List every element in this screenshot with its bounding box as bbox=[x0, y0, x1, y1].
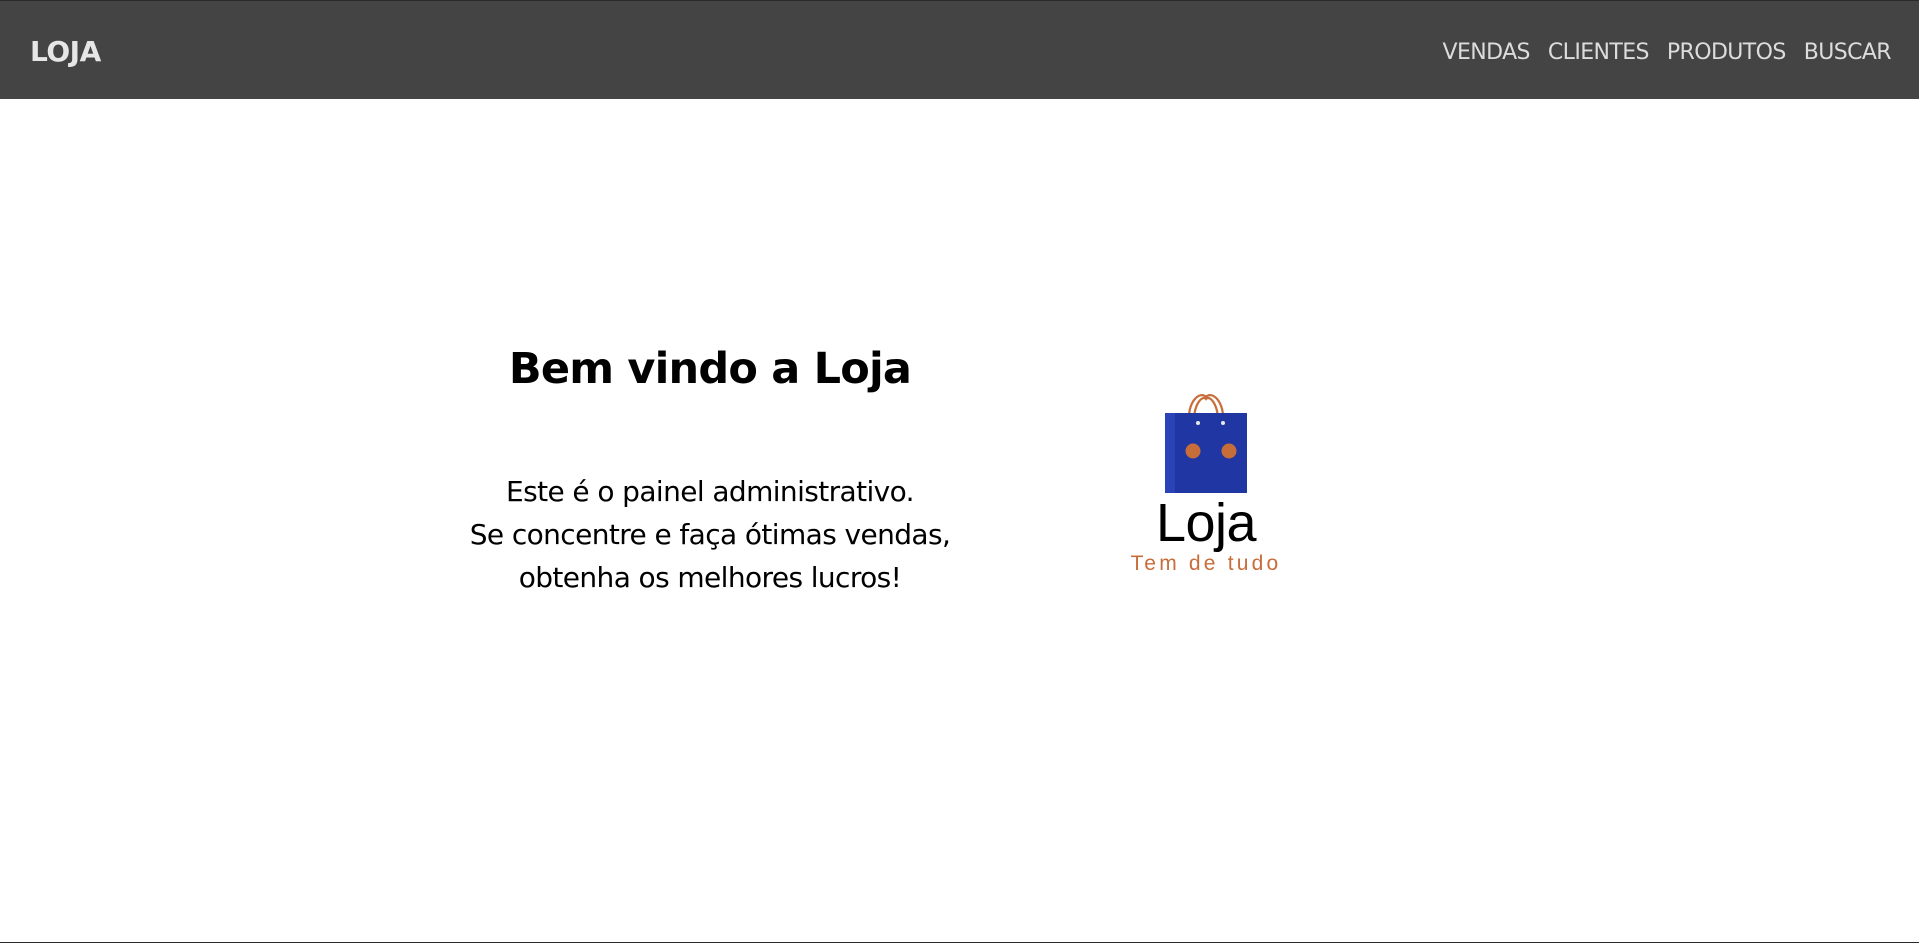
welcome-section: Bem vindo a Loja Este é o painel adminis… bbox=[410, 336, 1010, 599]
description-line: obtenha os melhores lucros! bbox=[518, 561, 902, 594]
description-line: Este é o painel administrativo. bbox=[506, 475, 915, 508]
page-title: Bem vindo a Loja bbox=[508, 344, 912, 394]
page: LOJA VENDAS CLIENTES PRODUTOS BUSCAR Bem… bbox=[0, 0, 1919, 943]
logo-tagline: Tem de tudo bbox=[1130, 552, 1282, 575]
brand-link[interactable]: LOJA bbox=[30, 1, 101, 99]
nav-link-vendas[interactable]: VENDAS bbox=[1443, 40, 1531, 65]
nav-link-buscar[interactable]: BUSCAR bbox=[1804, 40, 1892, 65]
nav-links: VENDAS CLIENTES PRODUTOS BUSCAR bbox=[1443, 1, 1892, 99]
logo-name: Loja bbox=[1155, 493, 1257, 553]
description-line: Se concentre e faça ótimas vendas, bbox=[469, 518, 951, 551]
nav-link-clientes[interactable]: CLIENTES bbox=[1548, 40, 1650, 65]
welcome-description: Este é o painel administrativo. Se conce… bbox=[410, 470, 1010, 599]
nav-link-produtos[interactable]: PRODUTOS bbox=[1667, 40, 1786, 65]
navbar: LOJA VENDAS CLIENTES PRODUTOS BUSCAR bbox=[0, 1, 1919, 99]
store-logo: Loja Tem de tudo bbox=[1106, 389, 1306, 577]
shopping-bag-icon bbox=[1165, 394, 1247, 493]
